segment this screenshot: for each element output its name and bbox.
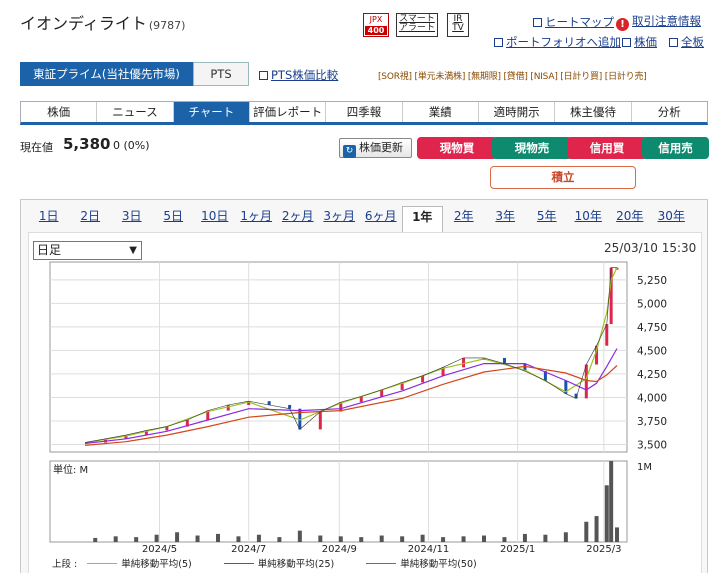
volume-tick-label: 1M (637, 462, 652, 473)
price-candle (288, 404, 292, 409)
volume-bar (113, 536, 118, 542)
price-candle (605, 324, 609, 346)
price-candle (462, 357, 466, 368)
price-candle (609, 267, 613, 325)
volume-unit-label: 単位: M (53, 463, 88, 476)
volume-bar (195, 535, 200, 542)
legend-item-0: 単純移動平均(5) (121, 559, 192, 570)
volume-bar (502, 537, 507, 542)
volume-bar (93, 537, 98, 542)
date-tick-label: 2024/5 (142, 544, 177, 555)
legend-swatch-2 (366, 563, 397, 564)
volume-bar (522, 533, 527, 542)
stock-chart: 3,500 3,750 4,000 4,250 4,500 4,750 5,000 5,250… (49, 261, 667, 555)
chart-legend: 上段 : 単純移動平均(5) 単純移動平均(25) 単純移動平均(50) (52, 556, 509, 570)
volume-bar (543, 534, 548, 542)
volume-bar (338, 536, 343, 542)
legend-prefix: 上段 : (52, 559, 78, 570)
date-tick-label: 2024/11 (408, 544, 450, 555)
price-candle (380, 389, 384, 397)
volume-bar (236, 536, 241, 542)
volume-bar (277, 537, 282, 542)
price-tick-label: 3,750 (637, 416, 667, 428)
price-tick-label: 4,500 (637, 345, 667, 357)
price-panel-frame (49, 261, 628, 453)
price-tick-label: 4,750 (637, 322, 667, 334)
legend-swatch-1 (223, 563, 254, 564)
price-candle (584, 364, 588, 399)
volume-bar (482, 535, 486, 542)
legend-swatch-0 (87, 563, 118, 564)
volume-bar (256, 534, 261, 542)
volume-bar (420, 534, 425, 542)
volume-bar (609, 461, 614, 542)
price-tick-label: 4,250 (637, 369, 667, 381)
price-candle (502, 357, 506, 364)
volume-bar (615, 527, 619, 542)
volume-bar (604, 485, 609, 542)
price-tick-label: 3,500 (637, 439, 667, 451)
date-tick-label: 2025/1 (500, 544, 535, 555)
volume-bar (441, 537, 446, 542)
volume-bar (563, 532, 568, 542)
price-tick-label: 5,000 (637, 298, 667, 310)
volume-bar (318, 535, 323, 542)
legend-item-2: 単純移動平均(50) (400, 559, 477, 570)
price-tick-label: 5,250 (637, 275, 667, 287)
price-tick-label: 4,000 (637, 392, 667, 404)
volume-bar (134, 537, 139, 542)
volume-bar (216, 533, 220, 542)
volume-bar (584, 521, 589, 542)
price-candle (226, 404, 230, 411)
date-tick-label: 2024/7 (231, 544, 266, 555)
volume-bar (400, 536, 405, 542)
volume-bar (379, 535, 384, 542)
volume-bar (154, 534, 159, 542)
price-candle (318, 411, 322, 430)
price-candle (267, 401, 271, 405)
volume-panel-frame (49, 460, 628, 543)
volume-bar (359, 537, 364, 542)
volume-bar (594, 516, 599, 542)
volume-bar (297, 530, 302, 542)
volume-bar (175, 532, 180, 542)
legend-item-1: 単純移動平均(25) (257, 559, 335, 570)
date-tick-label: 2024/9 (322, 544, 357, 555)
volume-bar (461, 536, 466, 542)
date-tick-label: 2025/3 (586, 544, 621, 555)
